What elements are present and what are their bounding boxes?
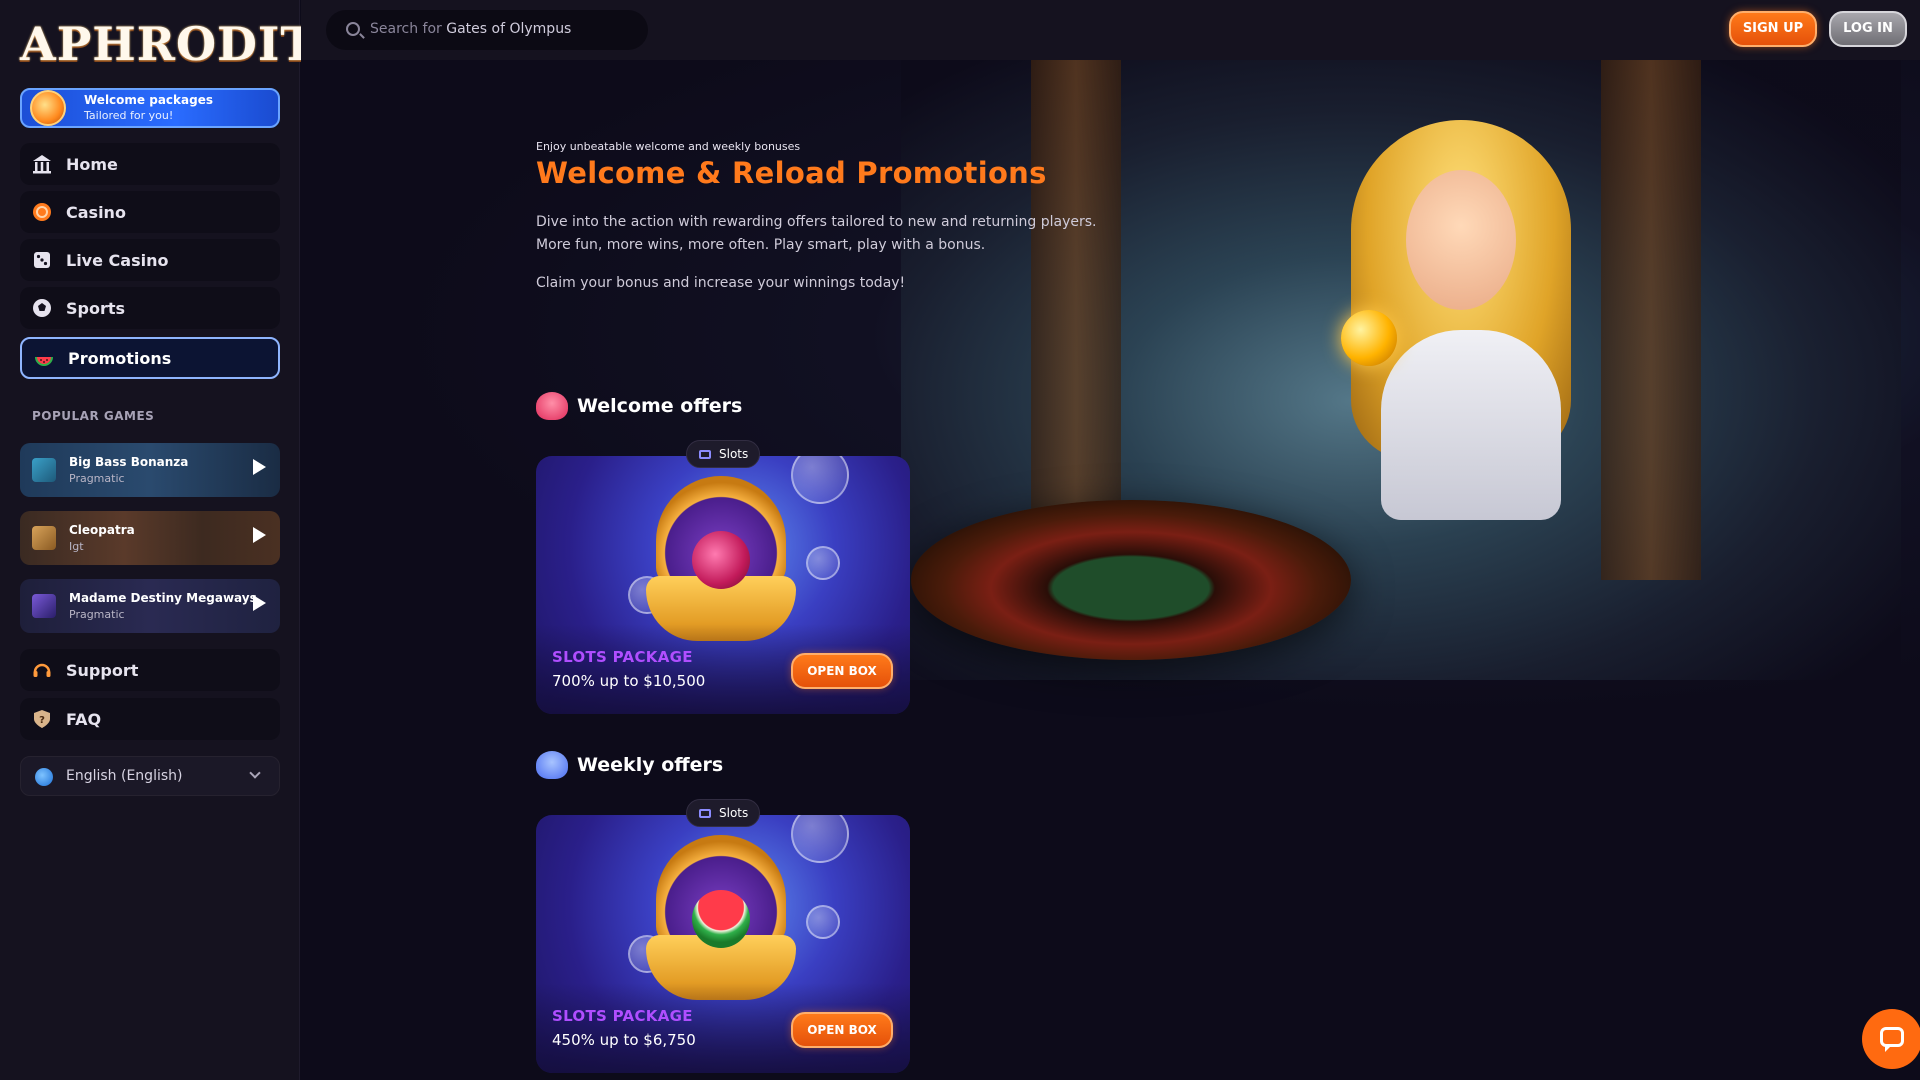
sidebar-item-label: Promotions: [68, 348, 172, 368]
goddess-face: [1406, 170, 1516, 310]
welcome-banner-subtitle: Tailored for you!: [84, 109, 174, 122]
slots-tag-icon: [699, 450, 711, 459]
search-icon: [346, 22, 360, 36]
welcome-banner-text: Welcome packages Tailored for you!: [84, 93, 213, 123]
aphrodite-character-image: [1311, 100, 1611, 520]
open-box-button[interactable]: OPEN BOX: [791, 653, 893, 689]
sidebar-item-label: Home: [66, 154, 118, 174]
page-title: Welcome & Reload Promotions: [536, 156, 1047, 190]
live-chat-button[interactable]: [1862, 1009, 1920, 1069]
sidebar-item-label: FAQ: [66, 709, 102, 729]
game-thumbnail: [32, 458, 56, 482]
sidebar: APHRODITE Welcome packages Tailored for …: [0, 0, 351, 1080]
sidebar-item-home[interactable]: Home: [20, 143, 280, 185]
chevron-down-icon: [249, 767, 261, 779]
pink-shell-icon: [536, 392, 568, 420]
language-label: English (English): [66, 768, 183, 784]
game-card-madame-destiny-megaways[interactable]: Madame Destiny Megaways Pragmatic: [20, 579, 280, 633]
play-icon[interactable]: [253, 595, 266, 611]
offer-amount: 450% up to $6,750: [552, 1031, 696, 1049]
game-provider: Igt: [69, 540, 84, 553]
watermelon-slice-icon: [692, 890, 750, 948]
soccer-ball-icon: [30, 296, 54, 320]
faq-shield-icon: ?: [30, 707, 54, 731]
watermelon-icon: [32, 348, 56, 372]
game-name: Cleopatra: [69, 523, 135, 537]
dice-icon: [30, 248, 54, 272]
slots-tag-label: Slots: [719, 447, 749, 461]
sidebar-item-casino[interactable]: Casino: [20, 191, 280, 233]
globe-icon: [35, 768, 53, 786]
weekly-offers-title: Weekly offers: [577, 754, 724, 776]
sidebar-item-promotions[interactable]: Promotions: [20, 337, 280, 379]
sidebar-item-label: Live Casino: [66, 250, 169, 270]
language-select[interactable]: English (English): [20, 756, 280, 796]
search-input[interactable]: Search for Gates of Olympus: [326, 10, 648, 50]
goddess-dress: [1381, 330, 1561, 520]
golden-apple-image: [1341, 310, 1397, 366]
slots-tag: Slots: [686, 799, 760, 827]
temple-icon: [30, 152, 54, 176]
lucky-seven-icon: [692, 531, 750, 589]
game-name: Madame Destiny Megaways: [69, 591, 257, 605]
svg-text:?: ?: [39, 715, 45, 726]
welcome-packages-banner[interactable]: Welcome packages Tailored for you!: [20, 88, 280, 128]
casino-chip-icon: [30, 200, 54, 224]
bubble-decoration: [806, 546, 840, 580]
sidebar-item-label: Casino: [66, 202, 126, 222]
game-thumbnail: [32, 594, 56, 618]
welcome-offers-title: Welcome offers: [577, 395, 743, 417]
play-icon[interactable]: [253, 527, 266, 543]
slots-tag-icon: [699, 809, 711, 818]
game-thumbnail: [32, 526, 56, 550]
sidebar-item-support[interactable]: Support: [20, 649, 280, 691]
sidebar-item-sports[interactable]: Sports: [20, 287, 280, 329]
search-placeholder-game: Gates of Olympus: [446, 21, 572, 37]
roulette-wheel-image: [911, 500, 1351, 660]
sign-up-button[interactable]: SIGN UP: [1729, 11, 1817, 47]
slots-tag: Slots: [686, 440, 760, 468]
game-name: Big Bass Bonanza: [69, 455, 189, 469]
offer-package-name: SLOTS PACKAGE: [552, 1007, 693, 1025]
hero-eyebrow: Enjoy unbeatable welcome and weekly bonu…: [536, 140, 801, 153]
bubble-decoration: [791, 456, 849, 504]
sidebar-item-label: Support: [66, 660, 139, 680]
aphrodite-logo[interactable]: APHRODITE: [20, 14, 351, 74]
welcome-coin-icon: [30, 90, 66, 126]
headset-icon: [30, 658, 54, 682]
popular-games-heading: POPULAR GAMES: [32, 409, 155, 423]
bubble-decoration: [791, 815, 849, 863]
hero-description-line2: More fun, more wins, more often. Play sm…: [536, 237, 986, 253]
play-icon[interactable]: [253, 459, 266, 475]
treasure-clam-image: [646, 476, 796, 646]
search-placeholder: Search for Gates of Olympus: [370, 21, 571, 37]
log-in-button[interactable]: LOG IN: [1829, 11, 1907, 47]
weekly-offers-heading: Weekly offers: [536, 751, 723, 779]
blue-shell-icon: [536, 751, 568, 779]
hero-pillar-right: [1601, 60, 1701, 580]
bubble-decoration: [806, 905, 840, 939]
game-card-big-bass-bonanza[interactable]: Big Bass Bonanza Pragmatic: [20, 443, 280, 497]
treasure-clam-image: [646, 835, 796, 1005]
game-provider: Pragmatic: [69, 472, 125, 485]
sidebar-item-live-casino[interactable]: Live Casino: [20, 239, 280, 281]
game-provider: Pragmatic: [69, 608, 125, 621]
top-bar: Search for Gates of Olympus SIGN UP LOG …: [301, 0, 1920, 60]
search-prefix: Search for: [370, 21, 447, 37]
open-box-button[interactable]: OPEN BOX: [791, 1012, 893, 1048]
slots-tag-label: Slots: [719, 806, 749, 820]
welcome-offers-heading: Welcome offers: [536, 392, 742, 420]
offer-package-name: SLOTS PACKAGE: [552, 648, 693, 666]
offer-amount: 700% up to $10,500: [552, 672, 706, 690]
sidebar-item-label: Sports: [66, 298, 126, 318]
hero-description-line3: Claim your bonus and increase your winni…: [536, 275, 906, 291]
welcome-offer-card[interactable]: Slots SLOTS PACKAGE 700% up to $10,500 O…: [536, 440, 910, 714]
chat-bubble-icon: [1880, 1027, 1904, 1052]
welcome-banner-title: Welcome packages: [84, 93, 213, 107]
hero-description-line1: Dive into the action with rewarding offe…: [536, 214, 1097, 230]
weekly-offer-card[interactable]: Slots SLOTS PACKAGE 450% up to $6,750 OP…: [536, 799, 910, 1073]
sidebar-item-faq[interactable]: ? FAQ: [20, 698, 280, 740]
game-card-cleopatra[interactable]: Cleopatra Igt: [20, 511, 280, 565]
